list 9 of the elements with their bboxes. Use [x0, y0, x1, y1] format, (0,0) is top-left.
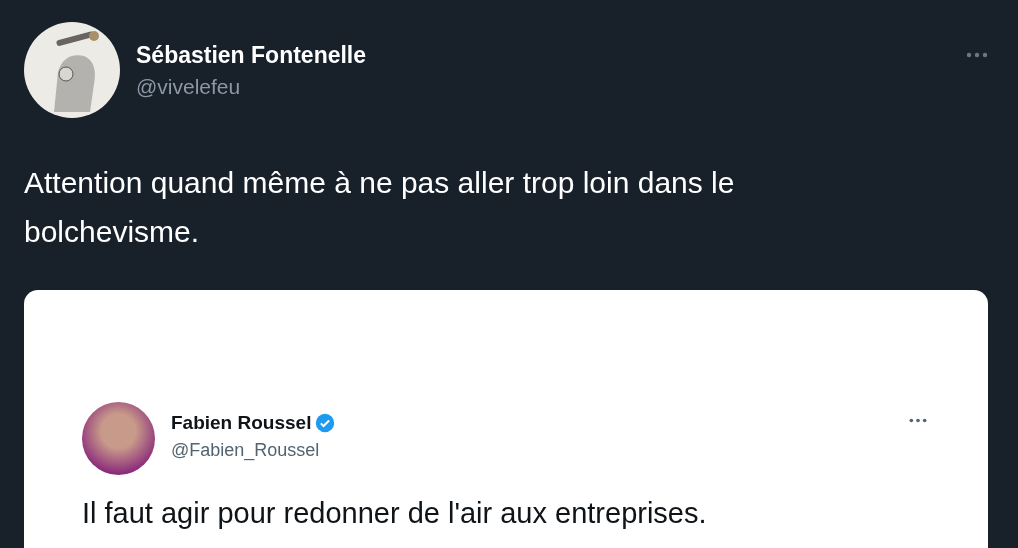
quoted-author-handle: @Fabien_Roussel	[171, 440, 321, 461]
author-name: Sébastien Fontenelle	[136, 42, 367, 69]
author-handle: @vivelefeu	[136, 75, 242, 99]
quoted-tweet-card[interactable]: Fabien Roussel @Fabien_Roussel Il faut agir pour redonner de l'air aux entreprises.	[24, 290, 988, 548]
quoted-author-name: Fabien Roussel	[171, 412, 312, 434]
more-icon[interactable]	[966, 52, 988, 58]
more-icon[interactable]	[908, 418, 928, 423]
tweet-text: Attention quand même à ne pas aller trop loin dans le bolchevisme.	[24, 165, 736, 250]
quoted-tweet-text: Il faut agir pour redonner de l'air aux entreprises.	[82, 497, 708, 531]
